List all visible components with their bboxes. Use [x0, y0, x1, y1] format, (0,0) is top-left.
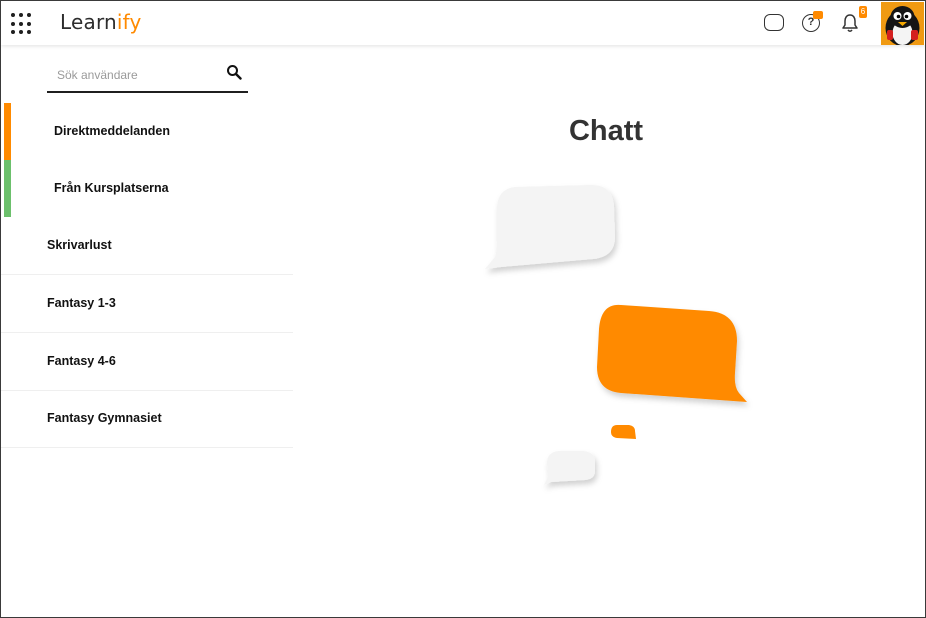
orange-speech-bubble-small — [611, 425, 636, 439]
sidebar-item-label: Skrivarlust — [47, 238, 112, 252]
bell-icon[interactable] — [841, 13, 859, 33]
logo-text-accent: ify — [116, 10, 142, 34]
app-window: Learnify ? 6 Sök användare Direktmeddela… — [0, 0, 926, 618]
sidebar: Direktmeddelanden Från Kursplatserna Skr… — [1, 45, 293, 617]
sidebar-item-label: Direktmeddelanden — [54, 124, 171, 138]
orange-speech-bubble-large — [597, 304, 747, 402]
sidebar-item-direct-messages[interactable]: Direktmeddelanden — [1, 103, 293, 160]
category-color-bar — [4, 160, 11, 217]
notification-count-badge: 6 — [859, 6, 867, 18]
grey-speech-bubble-small — [544, 451, 595, 485]
search-icon[interactable] — [226, 64, 242, 80]
top-bar: Learnify ? 6 — [1, 1, 925, 45]
chat-icon[interactable] — [764, 14, 784, 31]
category-color-bar — [4, 103, 11, 160]
penguin-avatar-icon — [881, 2, 924, 45]
search-input[interactable] — [57, 65, 217, 85]
sidebar-item-skrivarlust[interactable]: Skrivarlust — [1, 217, 293, 275]
chat-bubbles-illustration — [485, 185, 747, 485]
sidebar-item-label: Fantasy 4-6 — [47, 354, 116, 368]
apps-grid-icon[interactable] — [11, 13, 33, 35]
sidebar-item-label: Fantasy 1-3 — [47, 296, 116, 310]
sidebar-item-label: Från Kursplatserna — [54, 181, 169, 195]
sidebar-item-fantasy-gymnasiet[interactable]: Fantasy Gymnasiet — [1, 390, 293, 448]
sidebar-item-label: Fantasy Gymnasiet — [47, 411, 162, 425]
sidebar-item-from-courses[interactable]: Från Kursplatserna — [1, 160, 293, 217]
sidebar-item-fantasy-4-6[interactable]: Fantasy 4-6 — [1, 333, 293, 391]
search-box — [47, 60, 248, 93]
grey-speech-bubble-large — [485, 185, 615, 269]
help-badge — [813, 11, 823, 19]
sidebar-item-fantasy-1-3[interactable]: Fantasy 1-3 — [1, 275, 293, 333]
app-logo[interactable]: Learnify — [60, 10, 142, 34]
avatar[interactable] — [881, 2, 924, 45]
logo-text-main: Learn — [60, 10, 117, 34]
page-title: Chatt — [568, 115, 644, 147]
